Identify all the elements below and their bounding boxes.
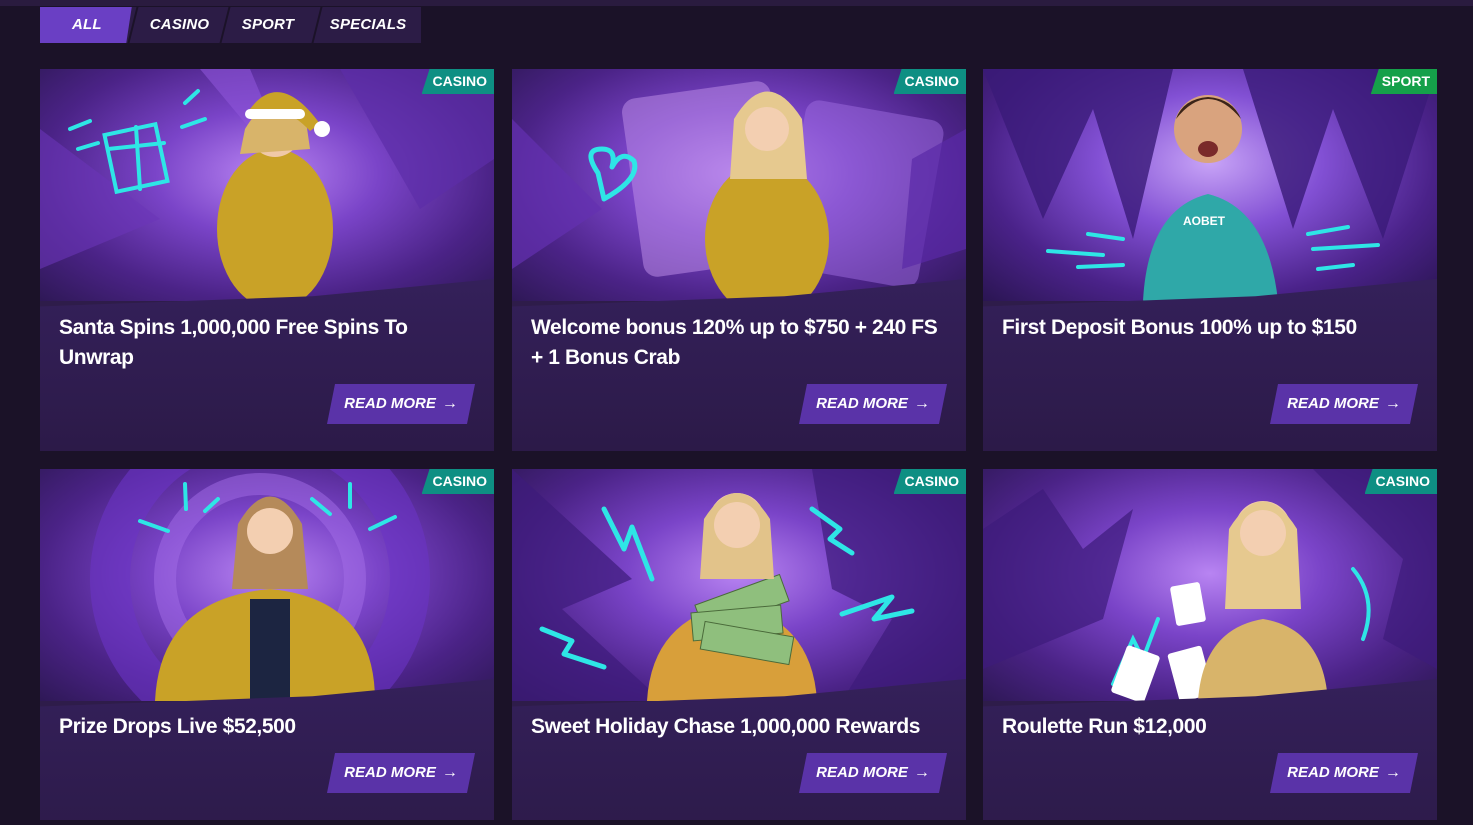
- read-more-label: READ MORE: [344, 395, 436, 412]
- promo-title: Prize Drops Live $52,500: [59, 715, 296, 738]
- category-badge: CASINO: [893, 469, 966, 494]
- read-more-label: READ MORE: [1287, 395, 1379, 412]
- category-badge: SPORT: [1370, 69, 1437, 94]
- promo-title: Santa Spins 1,000,000 Free Spins To Unwr…: [59, 316, 408, 369]
- promo-card[interactable]: CASINO Sweet Holiday Chase 1,000,000 Rew…: [512, 469, 966, 820]
- tab-casino[interactable]: CASINO: [132, 7, 224, 43]
- promo-title: Welcome bonus 120% up to $750 + 240 FS +…: [531, 316, 938, 369]
- read-more-button[interactable]: READ MORE →: [799, 753, 947, 793]
- arrow-right-icon: →: [913, 395, 930, 412]
- category-badge: CASINO: [421, 69, 494, 94]
- read-more-button[interactable]: READ MORE →: [1270, 753, 1418, 793]
- arrow-right-icon: →: [441, 395, 458, 412]
- promo-image: [512, 469, 966, 701]
- promo-card[interactable]: CASINO Welcome bonus 120% up to $750 + 2…: [512, 69, 966, 451]
- promo-card[interactable]: CASINO Roulette Run $12,000 READ MORE →: [983, 469, 1437, 820]
- svg-text:AOBET: AOBET: [1183, 214, 1226, 228]
- promo-title: Roulette Run $12,000: [1002, 715, 1207, 738]
- read-more-label: READ MORE: [1287, 764, 1379, 781]
- promo-card[interactable]: CASINO Prize Drops Live $52,500 READ MOR…: [40, 469, 494, 820]
- tab-specials[interactable]: SPECIALS: [316, 7, 421, 43]
- promo-image: AOBET: [983, 69, 1437, 301]
- promo-title: Sweet Holiday Chase 1,000,000 Rewards: [531, 715, 921, 738]
- promo-image: [40, 69, 494, 301]
- tab-all[interactable]: ALL: [40, 7, 132, 43]
- category-badge: CASINO: [893, 69, 966, 94]
- promo-image: [983, 469, 1437, 701]
- category-badge: CASINO: [421, 469, 494, 494]
- promo-card[interactable]: AOBET SPORT First Deposit Bonus 100% up …: [983, 69, 1437, 451]
- read-more-button[interactable]: READ MORE →: [799, 384, 947, 424]
- arrow-right-icon: →: [913, 764, 930, 781]
- read-more-label: READ MORE: [816, 764, 908, 781]
- read-more-label: READ MORE: [816, 395, 908, 412]
- promo-title: First Deposit Bonus 100% up to $150: [1002, 316, 1357, 339]
- read-more-button[interactable]: READ MORE →: [327, 384, 475, 424]
- category-filter-tabs: ALL CASINO SPORT SPECIALS: [40, 7, 421, 43]
- arrow-right-icon: →: [1384, 395, 1401, 412]
- read-more-button[interactable]: READ MORE →: [1270, 384, 1418, 424]
- arrow-right-icon: →: [1384, 764, 1401, 781]
- promo-card[interactable]: CASINO Santa Spins 1,000,000 Free Spins …: [40, 69, 494, 451]
- tab-sport[interactable]: SPORT: [224, 7, 316, 43]
- category-badge: CASINO: [1364, 469, 1437, 494]
- arrow-right-icon: →: [441, 764, 458, 781]
- promo-image: [512, 69, 966, 301]
- promo-image: [40, 469, 494, 701]
- read-more-label: READ MORE: [344, 764, 436, 781]
- top-bar: [0, 0, 1473, 6]
- read-more-button[interactable]: READ MORE →: [327, 753, 475, 793]
- card-panel: [983, 279, 1437, 451]
